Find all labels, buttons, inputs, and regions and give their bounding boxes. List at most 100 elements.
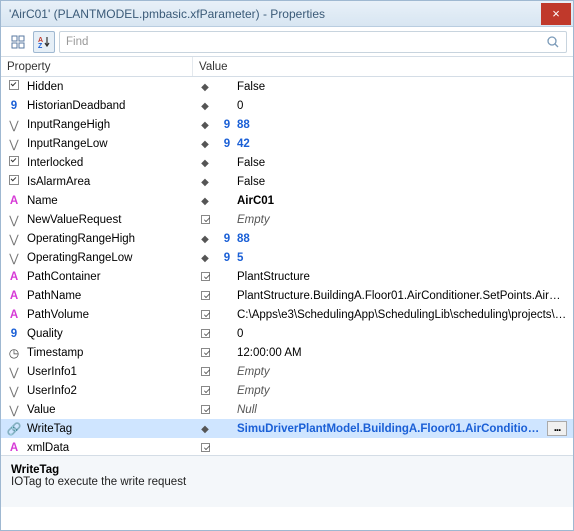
value-type-icon	[193, 309, 217, 321]
property-name: WriteTag	[27, 423, 193, 435]
value-type-icon	[193, 328, 217, 340]
detail-panel: WriteTag IOTag to execute the write requ…	[1, 455, 573, 507]
property-value[interactable]: Empty	[237, 366, 573, 378]
property-name: PathName	[27, 290, 193, 302]
svg-text:Z: Z	[38, 43, 43, 49]
property-row[interactable]: ⋁InputRangeLow◆942	[1, 134, 573, 153]
value-type-icon	[193, 271, 217, 283]
property-row[interactable]: APathName PlantStructure.BuildingA.Floor0…	[1, 286, 573, 305]
grid-header: Property Value	[1, 57, 573, 77]
property-value[interactable]: Empty	[237, 214, 573, 226]
window-title: 'AirC01' (PLANTMODEL.pmbasic.xfParameter…	[9, 7, 541, 21]
type-icon: ⋁	[1, 137, 27, 151]
property-row[interactable]: AName◆ AirC01	[1, 191, 573, 210]
browse-button[interactable]: ...	[547, 421, 567, 436]
property-row[interactable]: 9HistorianDeadband◆0	[1, 96, 573, 115]
sort-button[interactable]: A Z	[33, 31, 55, 53]
value-type-icon: ◆	[193, 195, 217, 207]
property-row[interactable]: ⋁OperatingRangeHigh◆988	[1, 229, 573, 248]
value-type-icon: ◆	[193, 119, 217, 131]
property-value[interactable]: False	[237, 157, 573, 169]
property-value[interactable]: SimuDriverPlantModel.BuildingA.Floor01.A…	[237, 423, 547, 435]
property-value[interactable]: 88	[237, 119, 573, 131]
type-icon: ⋁	[1, 365, 27, 379]
property-value[interactable]: AirC01	[237, 195, 573, 207]
property-row[interactable]: 9Quality0	[1, 324, 573, 343]
value-type-icon: ◆	[193, 176, 217, 188]
property-name: Timestamp	[27, 347, 193, 359]
value-type-icon	[193, 385, 217, 397]
property-value[interactable]: PlantStructure	[237, 271, 573, 283]
property-row[interactable]: IsAlarmArea◆False	[1, 172, 573, 191]
value-type-icon	[193, 366, 217, 378]
property-name: PathVolume	[27, 309, 193, 321]
property-name: Name	[27, 195, 193, 207]
type-icon: A	[1, 309, 27, 321]
property-row[interactable]: ⋁NewValueRequest Empty	[1, 210, 573, 229]
sort-icon: A Z	[37, 35, 51, 49]
header-value[interactable]: Value	[193, 57, 573, 76]
value-type-icon	[193, 214, 217, 226]
property-value[interactable]: Null	[237, 404, 573, 416]
property-row[interactable]: ⋁Value Null	[1, 400, 573, 419]
value-type-icon: ◆	[193, 157, 217, 169]
detail-description: IOTag to execute the write request	[11, 476, 563, 488]
property-row[interactable]: APathVolume C:\Apps\e3\SchedulingApp\Sche…	[1, 305, 573, 324]
categorize-button[interactable]	[7, 31, 29, 53]
search-input[interactable]	[66, 36, 546, 48]
value-type-icon	[193, 290, 217, 302]
property-row[interactable]: Interlocked◆False	[1, 153, 573, 172]
grid-icon	[11, 35, 25, 49]
property-name: Value	[27, 404, 193, 416]
property-value[interactable]: PlantStructure.BuildingA.Floor01.AirCond…	[237, 290, 573, 302]
property-grid: Hidden◆False9HistorianDeadband◆0⋁InputRa…	[1, 77, 573, 455]
property-value[interactable]: Empty	[237, 385, 573, 397]
type-icon: ⋁	[1, 118, 27, 132]
property-value[interactable]: 12:00:00 AM	[237, 347, 573, 359]
type-icon: A	[1, 195, 27, 207]
property-value[interactable]: 0	[237, 328, 573, 340]
property-name: Quality	[27, 328, 193, 340]
value-type-icon: ◆	[193, 233, 217, 245]
property-name: xmlData	[27, 442, 193, 454]
type-icon: ⋁	[1, 403, 27, 417]
type-icon: ⋁	[1, 213, 27, 227]
type-icon: ◷	[1, 346, 27, 360]
property-row[interactable]: ◷Timestamp 12:00:00 AM	[1, 343, 573, 362]
title-bar: 'AirC01' (PLANTMODEL.pmbasic.xfParameter…	[1, 1, 573, 27]
search-field[interactable]	[59, 31, 567, 53]
toolbar: A Z	[1, 27, 573, 57]
property-value[interactable]: False	[237, 81, 573, 93]
property-name: OperatingRangeHigh	[27, 233, 193, 245]
value-type-icon: ◆	[193, 81, 217, 93]
property-name: NewValueRequest	[27, 214, 193, 226]
type-icon: A	[1, 290, 27, 302]
value-type-icon: ◆	[193, 138, 217, 150]
property-name: Hidden	[27, 81, 193, 93]
property-name: PathContainer	[27, 271, 193, 283]
property-row[interactable]: 🔗WriteTag◆ SimuDriverPlantModel.BuildingA…	[1, 419, 573, 438]
value-type-icon	[193, 404, 217, 416]
property-value[interactable]: 88	[237, 233, 573, 245]
property-value[interactable]: 42	[237, 138, 573, 150]
property-name: UserInfo1	[27, 366, 193, 378]
type-icon: ⋁	[1, 384, 27, 398]
property-row[interactable]: Hidden◆ False	[1, 77, 573, 96]
header-property[interactable]: Property	[1, 57, 193, 76]
property-row[interactable]: ⋁UserInfo2 Empty	[1, 381, 573, 400]
search-icon	[546, 35, 560, 49]
property-row[interactable]: ⋁UserInfo1 Empty	[1, 362, 573, 381]
property-row[interactable]: APathContainerPlantStructure	[1, 267, 573, 286]
value-type-icon: ◆	[193, 423, 217, 435]
property-value[interactable]: False	[237, 176, 573, 188]
property-value[interactable]: 0	[237, 100, 573, 112]
property-row[interactable]: ⋁InputRangeHigh◆988	[1, 115, 573, 134]
property-name: UserInfo2	[27, 385, 193, 397]
property-row[interactable]: AxmlData	[1, 438, 573, 455]
type-icon	[1, 80, 27, 93]
property-value[interactable]: C:\Apps\e3\SchedulingApp\SchedulingLib\s…	[237, 309, 573, 321]
close-button[interactable]: ×	[541, 3, 571, 25]
property-value[interactable]: 5	[237, 252, 573, 264]
property-row[interactable]: ⋁OperatingRangeLow◆95	[1, 248, 573, 267]
type-icon: 🔗	[1, 422, 27, 436]
